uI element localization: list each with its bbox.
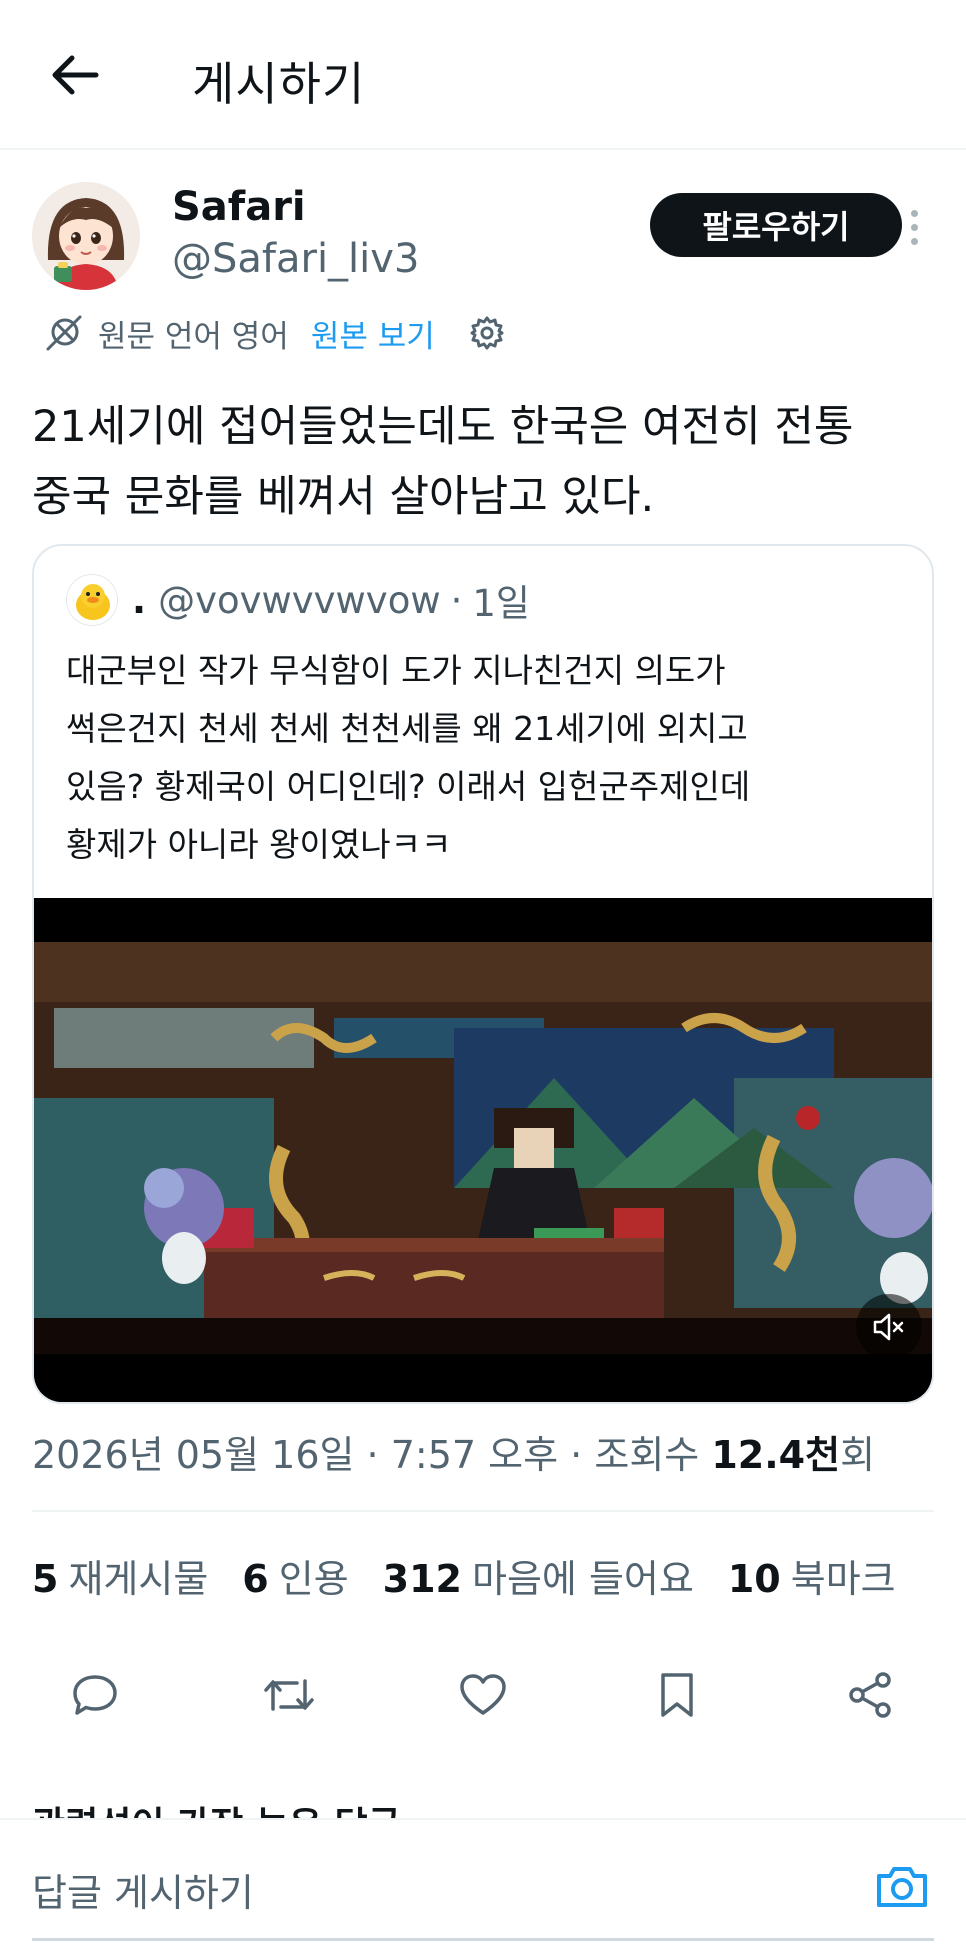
author-name[interactable]: Safari <box>172 184 306 230</box>
reply-composer: 답글 게시하기 <box>0 1818 966 1952</box>
arrow-left-icon <box>52 55 99 95</box>
bookmark-button[interactable] <box>642 1660 712 1730</box>
post-time: 7:57 오후 <box>390 1433 559 1477</box>
author-row: Safari @Safari_liv3 팔로우하기 <box>32 182 932 292</box>
quoted-timestamp: 1일 <box>472 582 530 625</box>
follow-button[interactable]: 팔로우하기 <box>650 193 902 257</box>
original-language-label: 원문 언어 영어 <box>98 318 289 355</box>
camera-button[interactable] <box>872 1858 932 1914</box>
bookmarks-stat[interactable]: 10 북마크 <box>728 1548 896 1603</box>
quoted-text: 대군부인 작가 무식함이 도가 지나친건지 의도가 썩은건지 천세 천세 천천세… <box>66 642 906 874</box>
share-button[interactable] <box>836 1660 906 1730</box>
tweet-text-line: 21세기에 접어들었는데도 한국은 여전히 전통 <box>32 402 854 452</box>
tweet-meta: 2026년 05월 16일 · 7:57 오후 · 조회수 12.4천회 <box>32 1424 875 1479</box>
engagement-stats: 5 재게시물 6 인용 312 마음에 들어요 10 북마크 <box>32 1548 896 1603</box>
more-options-button[interactable] <box>894 202 934 252</box>
repost-icon <box>264 1679 314 1711</box>
translation-settings-button[interactable] <box>469 315 505 351</box>
reposts-stat[interactable]: 5 재게시물 <box>32 1548 208 1603</box>
quoted-text-line: 대군부인 작가 무식함이 도가 지나친건지 의도가 <box>66 651 726 690</box>
views-label: 조회수 <box>594 1433 700 1477</box>
back-button[interactable] <box>40 45 110 105</box>
reply-underline <box>32 1938 934 1941</box>
translate-icon <box>46 315 82 351</box>
avatar[interactable] <box>32 182 140 290</box>
quoted-text-line: 있음? 황제국이 어디인데? 이래서 입헌군주제인데 <box>66 767 751 806</box>
quoted-text-line: 썩은건지 천세 천세 천천세를 왜 21세기에 외치고 <box>66 709 748 748</box>
action-bar <box>32 1660 934 1730</box>
reply-button[interactable] <box>60 1660 130 1730</box>
top-bar: 게시하기 <box>0 0 966 150</box>
mute-button[interactable] <box>856 1294 922 1360</box>
separator: · <box>366 1433 379 1477</box>
quoted-tweet-header: . @vovwvvwvow · 1일 <box>66 572 530 628</box>
speaker-muted-icon <box>873 1313 904 1341</box>
page-title: 게시하기 <box>192 57 366 111</box>
heart-icon <box>460 1674 506 1715</box>
quoted-tweet[interactable]: . @vovwvvwvow · 1일 대군부인 작가 무식함이 도가 지나친건지… <box>32 544 934 1404</box>
likes-stat[interactable]: 312 마음에 들어요 <box>383 1548 694 1603</box>
author-handle[interactable]: @Safari_liv3 <box>172 236 419 282</box>
related-replies-label[interactable]: 관련성이 가장 높은 답글 <box>32 1796 401 1820</box>
bookmark-icon <box>661 1673 693 1717</box>
avatar-illustration <box>32 182 140 290</box>
divider <box>32 1510 934 1512</box>
views-count: 12.4천 <box>711 1433 841 1477</box>
views-suffix: 회 <box>840 1433 876 1477</box>
quoted-text-line: 황제가 아니라 왕이였나ㅋㅋ <box>66 825 452 864</box>
translation-row: 원문 언어 영어 원본 보기 <box>44 308 505 358</box>
video-frame <box>34 898 932 1402</box>
post-date: 2026년 05월 16일 <box>32 1433 355 1477</box>
separator: · <box>450 578 463 622</box>
show-original-link[interactable]: 원본 보기 <box>311 311 435 356</box>
comment-icon <box>73 1675 117 1715</box>
like-button[interactable] <box>448 1660 518 1730</box>
duck-icon <box>67 575 117 625</box>
repost-button[interactable] <box>254 1660 324 1730</box>
camera-icon <box>877 1867 927 1907</box>
reply-input[interactable]: 답글 게시하기 <box>32 1862 254 1917</box>
quoted-display-name: . <box>132 578 147 622</box>
tweet-text: 21세기에 접어들었는데도 한국은 여전히 전통 중국 문화를 베껴서 살아남고… <box>32 392 932 532</box>
share-icon <box>849 1672 891 1718</box>
gear-icon <box>470 316 504 350</box>
separator: · <box>570 1433 583 1477</box>
quoted-handle: @vovwvvwvow <box>158 578 441 622</box>
quoted-avatar <box>66 574 118 626</box>
tweet-text-line: 중국 문화를 베껴서 살아남고 있다. <box>32 472 655 522</box>
video-player[interactable] <box>34 898 932 1402</box>
more-vertical-icon <box>910 209 918 245</box>
quotes-stat[interactable]: 6 인용 <box>242 1548 348 1603</box>
